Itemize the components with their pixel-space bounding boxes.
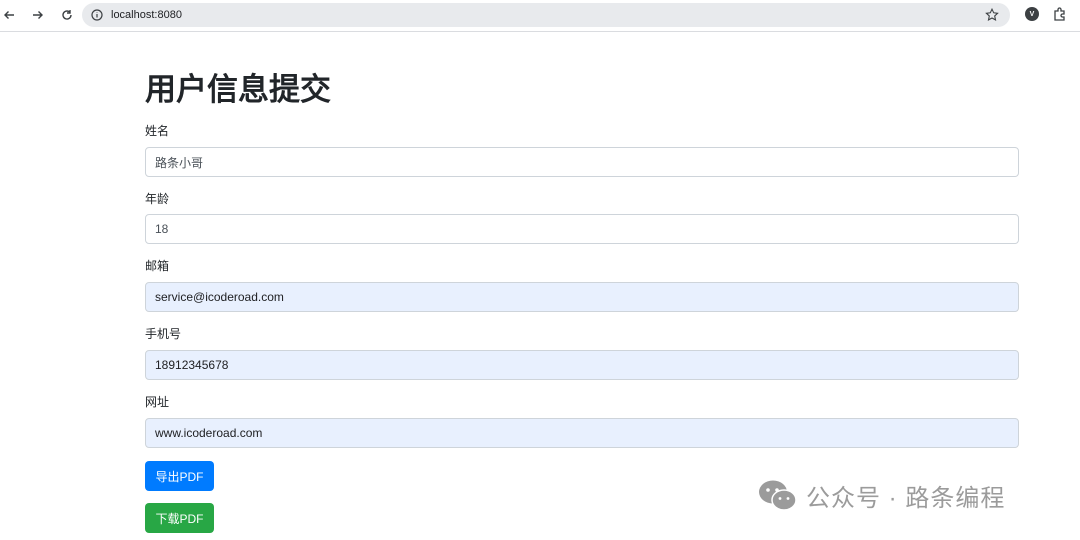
phone-input[interactable] bbox=[145, 350, 1019, 380]
name-input[interactable] bbox=[145, 147, 1019, 177]
website-input[interactable] bbox=[145, 418, 1019, 448]
browser-toolbar: localhost:8080 V bbox=[0, 0, 1080, 32]
info-icon[interactable] bbox=[90, 8, 104, 22]
phone-label: 手机号 bbox=[145, 327, 182, 341]
age-label: 年龄 bbox=[145, 192, 170, 206]
download-pdf-button[interactable]: 下载PDF bbox=[145, 503, 214, 533]
bookmark-star-icon[interactable] bbox=[984, 7, 1000, 23]
email-label: 邮箱 bbox=[145, 259, 170, 273]
forward-icon[interactable] bbox=[29, 6, 47, 24]
wechat-logo-icon bbox=[759, 480, 797, 511]
back-icon[interactable] bbox=[0, 6, 18, 24]
age-input[interactable] bbox=[145, 214, 1019, 244]
name-label: 姓名 bbox=[145, 124, 170, 138]
export-pdf-button[interactable]: 导出PDF bbox=[145, 461, 214, 491]
extensions-puzzle-icon[interactable] bbox=[1052, 6, 1068, 22]
page-title: 用户信息提交 bbox=[145, 72, 331, 107]
website-label: 网址 bbox=[145, 395, 170, 409]
email-input[interactable] bbox=[145, 282, 1019, 312]
watermark-text: 公众号 · 路条编程 bbox=[806, 485, 1006, 512]
address-bar[interactable]: localhost:8080 bbox=[82, 3, 1010, 27]
watermark: 公众号 · 路条编程 bbox=[758, 478, 1005, 513]
vue-devtools-extension-icon[interactable]: V bbox=[1025, 7, 1039, 21]
reload-icon[interactable] bbox=[58, 6, 76, 24]
url-text[interactable]: localhost:8080 bbox=[111, 9, 182, 21]
